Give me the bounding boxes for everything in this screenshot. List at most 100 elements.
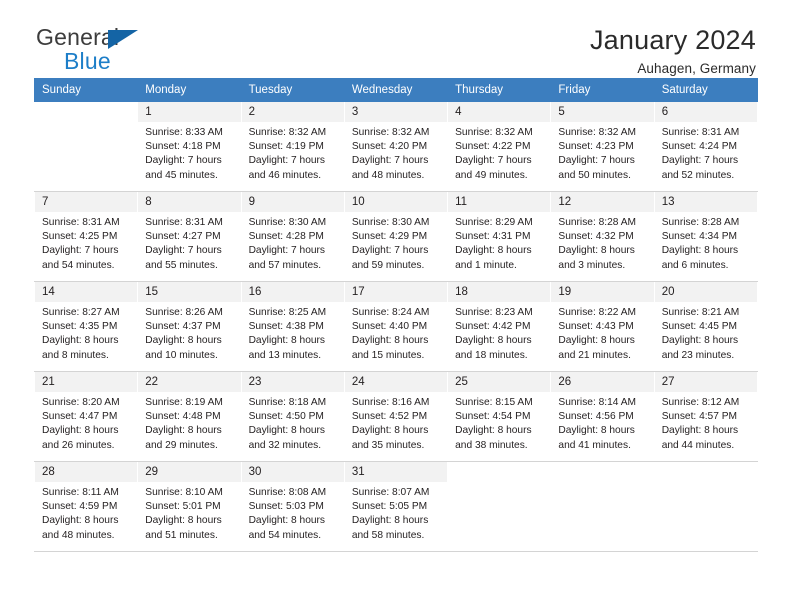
calendar-day-cell[interactable]: 16 Sunrise: 8:25 AM Sunset: 4:38 PM Dayligh… <box>240 281 345 372</box>
calendar-day-cell[interactable]: 14 Sunrise: 8:27 AM Sunset: 4:35 PM Dayligh… <box>33 281 139 372</box>
calendar-week-row: 1 Sunrise: 8:33 AM Sunset: 4:18 PM Daylight… <box>33 101 759 192</box>
day-sun-info-line: Daylight: 8 hours <box>42 425 119 437</box>
calendar-day-cell[interactable]: 27 Sunrise: 8:12 AM Sunset: 4:57 PM Dayligh… <box>653 371 759 462</box>
day-sun-info: Sunrise: 8:30 AM Sunset: 4:28 PM Daylight:… <box>242 212 344 273</box>
brand-name-blue: Blue <box>64 48 111 74</box>
day-number: 19 <box>551 282 654 302</box>
calendar-day-cell[interactable]: 26 Sunrise: 8:14 AM Sunset: 4:56 PM Dayligh… <box>550 371 655 462</box>
day-number: 8 <box>138 192 241 212</box>
day-sun-info-line: Sunrise: 8:28 AM <box>661 217 740 228</box>
day-sun-info-line: and 15 minutes. <box>351 349 425 361</box>
day-sun-info-line: and 44 minutes. <box>661 439 735 451</box>
day-sun-info-line: Sunrise: 8:31 AM <box>42 217 120 228</box>
day-sun-info: Sunrise: 8:29 AM Sunset: 4:31 PM Daylight:… <box>448 212 550 273</box>
day-sun-info-line: and 18 minutes. <box>455 349 528 361</box>
calendar-day-cell[interactable]: 24 Sunrise: 8:16 AM Sunset: 4:52 PM Dayligh… <box>343 371 449 462</box>
day-sun-info-line: Sunset: 4:31 PM <box>455 231 531 243</box>
calendar-day-cell[interactable]: 9 Sunrise: 8:30 AM Sunset: 4:28 PM Daylight… <box>240 191 345 282</box>
calendar-day-cell[interactable]: 23 Sunrise: 8:18 AM Sunset: 4:50 PM Dayligh… <box>240 371 345 462</box>
day-sun-info: Sunrise: 8:18 AM Sunset: 4:50 PM Daylight:… <box>242 392 344 453</box>
day-sun-info: Sunrise: 8:19 AM Sunset: 4:48 PM Daylight:… <box>138 392 240 453</box>
day-sun-info-line: Sunset: 4:18 PM <box>145 141 221 153</box>
calendar-day-cell[interactable]: 11 Sunrise: 8:29 AM Sunset: 4:31 PM Dayligh… <box>447 191 552 282</box>
weekday-header-tuesday: Tuesday <box>240 78 345 102</box>
day-sun-info-line: Sunrise: 8:14 AM <box>558 397 636 408</box>
day-sun-info-line: Sunset: 4:43 PM <box>558 321 634 333</box>
calendar-week-row: 14 Sunrise: 8:27 AM Sunset: 4:35 PM Dayligh… <box>33 281 759 372</box>
calendar-day-cell[interactable]: 30 Sunrise: 8:08 AM Sunset: 5:03 PM Dayligh… <box>240 461 345 552</box>
calendar-day-cell[interactable]: 25 Sunrise: 8:15 AM Sunset: 4:54 PM Dayligh… <box>447 371 552 462</box>
calendar-day-cell[interactable]: 8 Sunrise: 8:31 AM Sunset: 4:27 PM Daylight… <box>137 191 242 282</box>
day-sun-info-line: and 59 minutes. <box>351 259 425 271</box>
calendar-day-cell[interactable]: 29 Sunrise: 8:10 AM Sunset: 5:01 PM Dayligh… <box>137 461 242 552</box>
day-number <box>654 462 757 482</box>
day-sun-info-line: Sunset: 4:56 PM <box>558 411 634 423</box>
day-number: 7 <box>35 192 138 212</box>
day-sun-info-line: Sunrise: 8:18 AM <box>248 397 327 408</box>
day-sun-info-line: Sunrise: 8:11 AM <box>42 487 119 498</box>
calendar-day-cell[interactable]: 7 Sunrise: 8:31 AM Sunset: 4:25 PM Daylight… <box>33 191 139 282</box>
day-sun-info: Sunrise: 8:25 AM Sunset: 4:38 PM Daylight:… <box>242 302 344 363</box>
calendar-day-cell[interactable]: 20 Sunrise: 8:21 AM Sunset: 4:45 PM Dayligh… <box>653 281 759 372</box>
day-sun-info-line: Daylight: 8 hours <box>661 245 739 257</box>
calendar-day-cell[interactable]: 3 Sunrise: 8:32 AM Sunset: 4:20 PM Daylight… <box>343 101 449 192</box>
brand-logo[interactable]: General Blue <box>34 26 138 74</box>
day-sun-info-line: Sunset: 4:47 PM <box>42 411 118 423</box>
calendar-day-cell[interactable]: 1 Sunrise: 8:33 AM Sunset: 4:18 PM Daylight… <box>137 101 242 192</box>
day-sun-info: Sunrise: 8:07 AM Sunset: 5:05 PM Daylight:… <box>345 482 447 543</box>
calendar-day-cell[interactable]: 12 Sunrise: 8:28 AM Sunset: 4:32 PM Dayligh… <box>550 191 655 282</box>
calendar-day-cell[interactable]: 15 Sunrise: 8:26 AM Sunset: 4:37 PM Dayligh… <box>137 281 242 372</box>
day-sun-info-line: Sunrise: 8:10 AM <box>145 487 223 498</box>
day-sun-info-line: and 26 minutes. <box>42 439 115 451</box>
day-sun-info-line: and 54 minutes. <box>42 259 115 271</box>
day-sun-info: Sunrise: 8:32 AM Sunset: 4:22 PM Daylight:… <box>448 122 550 183</box>
calendar-day-cell[interactable]: 28 Sunrise: 8:11 AM Sunset: 4:59 PM Dayligh… <box>33 461 139 552</box>
calendar-day-cell[interactable]: 4 Sunrise: 8:32 AM Sunset: 4:22 PM Daylight… <box>447 101 552 192</box>
day-sun-info-line: and 10 minutes. <box>145 349 218 361</box>
day-sun-info-line: Sunset: 4:48 PM <box>145 411 221 423</box>
day-sun-info-line: Sunrise: 8:15 AM <box>455 397 533 408</box>
day-sun-info-line: Sunrise: 8:08 AM <box>248 487 327 498</box>
calendar-day-cell[interactable]: 2 Sunrise: 8:32 AM Sunset: 4:19 PM Daylight… <box>240 101 345 192</box>
day-number: 29 <box>138 462 241 482</box>
calendar-day-cell[interactable]: 19 Sunrise: 8:22 AM Sunset: 4:43 PM Dayligh… <box>550 281 655 372</box>
day-sun-info: Sunrise: 8:31 AM Sunset: 4:25 PM Daylight:… <box>35 212 137 273</box>
day-sun-info: Sunrise: 8:26 AM Sunset: 4:37 PM Daylight:… <box>138 302 240 363</box>
day-sun-info: Sunrise: 8:32 AM Sunset: 4:23 PM Daylight:… <box>551 122 653 183</box>
day-sun-info: Sunrise: 8:32 AM Sunset: 4:19 PM Daylight:… <box>242 122 344 183</box>
day-sun-info-line: and 49 minutes. <box>455 169 528 181</box>
calendar-day-cell-empty <box>33 101 139 192</box>
day-number <box>35 102 138 122</box>
calendar-body: 1 Sunrise: 8:33 AM Sunset: 4:18 PM Daylight… <box>33 101 759 552</box>
calendar-day-cell[interactable]: 17 Sunrise: 8:24 AM Sunset: 4:40 PM Dayligh… <box>343 281 449 372</box>
day-sun-info-line: Sunset: 4:37 PM <box>145 321 221 333</box>
calendar-day-cell[interactable]: 10 Sunrise: 8:30 AM Sunset: 4:29 PM Dayligh… <box>343 191 449 282</box>
day-sun-info: Sunrise: 8:32 AM Sunset: 4:20 PM Daylight:… <box>345 122 447 183</box>
calendar-day-cell[interactable]: 31 Sunrise: 8:07 AM Sunset: 5:05 PM Dayligh… <box>343 461 449 552</box>
day-sun-info: Sunrise: 8:23 AM Sunset: 4:42 PM Daylight:… <box>448 302 550 363</box>
calendar-table: Sunday Monday Tuesday Wednesday Thursday… <box>33 78 759 552</box>
calendar-day-cell[interactable]: 18 Sunrise: 8:23 AM Sunset: 4:42 PM Dayligh… <box>447 281 552 372</box>
day-sun-info-line: and 8 minutes. <box>42 349 109 361</box>
calendar-day-cell[interactable]: 5 Sunrise: 8:32 AM Sunset: 4:23 PM Daylight… <box>550 101 655 192</box>
day-sun-info-line: Sunrise: 8:26 AM <box>145 307 223 318</box>
day-sun-info: Sunrise: 8:20 AM Sunset: 4:47 PM Daylight:… <box>35 392 137 453</box>
calendar-day-cell[interactable]: 21 Sunrise: 8:20 AM Sunset: 4:47 PM Dayligh… <box>33 371 139 462</box>
day-sun-info-line: Daylight: 8 hours <box>145 425 222 437</box>
day-sun-info-line: Daylight: 8 hours <box>42 515 119 527</box>
day-sun-info: Sunrise: 8:16 AM Sunset: 4:52 PM Daylight:… <box>345 392 447 453</box>
day-sun-info-line: Daylight: 8 hours <box>455 335 532 347</box>
calendar-day-cell[interactable]: 22 Sunrise: 8:19 AM Sunset: 4:48 PM Dayligh… <box>137 371 242 462</box>
day-sun-info-line: Sunrise: 8:24 AM <box>351 307 430 318</box>
calendar-day-cell[interactable]: 13 Sunrise: 8:28 AM Sunset: 4:34 PM Dayligh… <box>653 191 759 282</box>
calendar-day-cell[interactable]: 6 Sunrise: 8:31 AM Sunset: 4:24 PM Daylight… <box>653 101 759 192</box>
day-sun-info-line: Sunrise: 8:22 AM <box>558 307 636 318</box>
day-sun-info-line: Sunset: 4:19 PM <box>248 141 324 153</box>
day-number: 16 <box>241 282 344 302</box>
day-sun-info-line: Sunset: 4:29 PM <box>351 231 428 243</box>
day-sun-info: Sunrise: 8:14 AM Sunset: 4:56 PM Daylight:… <box>551 392 653 453</box>
day-sun-info-line: Sunrise: 8:28 AM <box>558 217 636 228</box>
day-sun-info-line: and 50 minutes. <box>558 169 631 181</box>
day-sun-info-line: and 41 minutes. <box>558 439 631 451</box>
day-sun-info: Sunrise: 8:31 AM Sunset: 4:27 PM Daylight:… <box>138 212 240 273</box>
